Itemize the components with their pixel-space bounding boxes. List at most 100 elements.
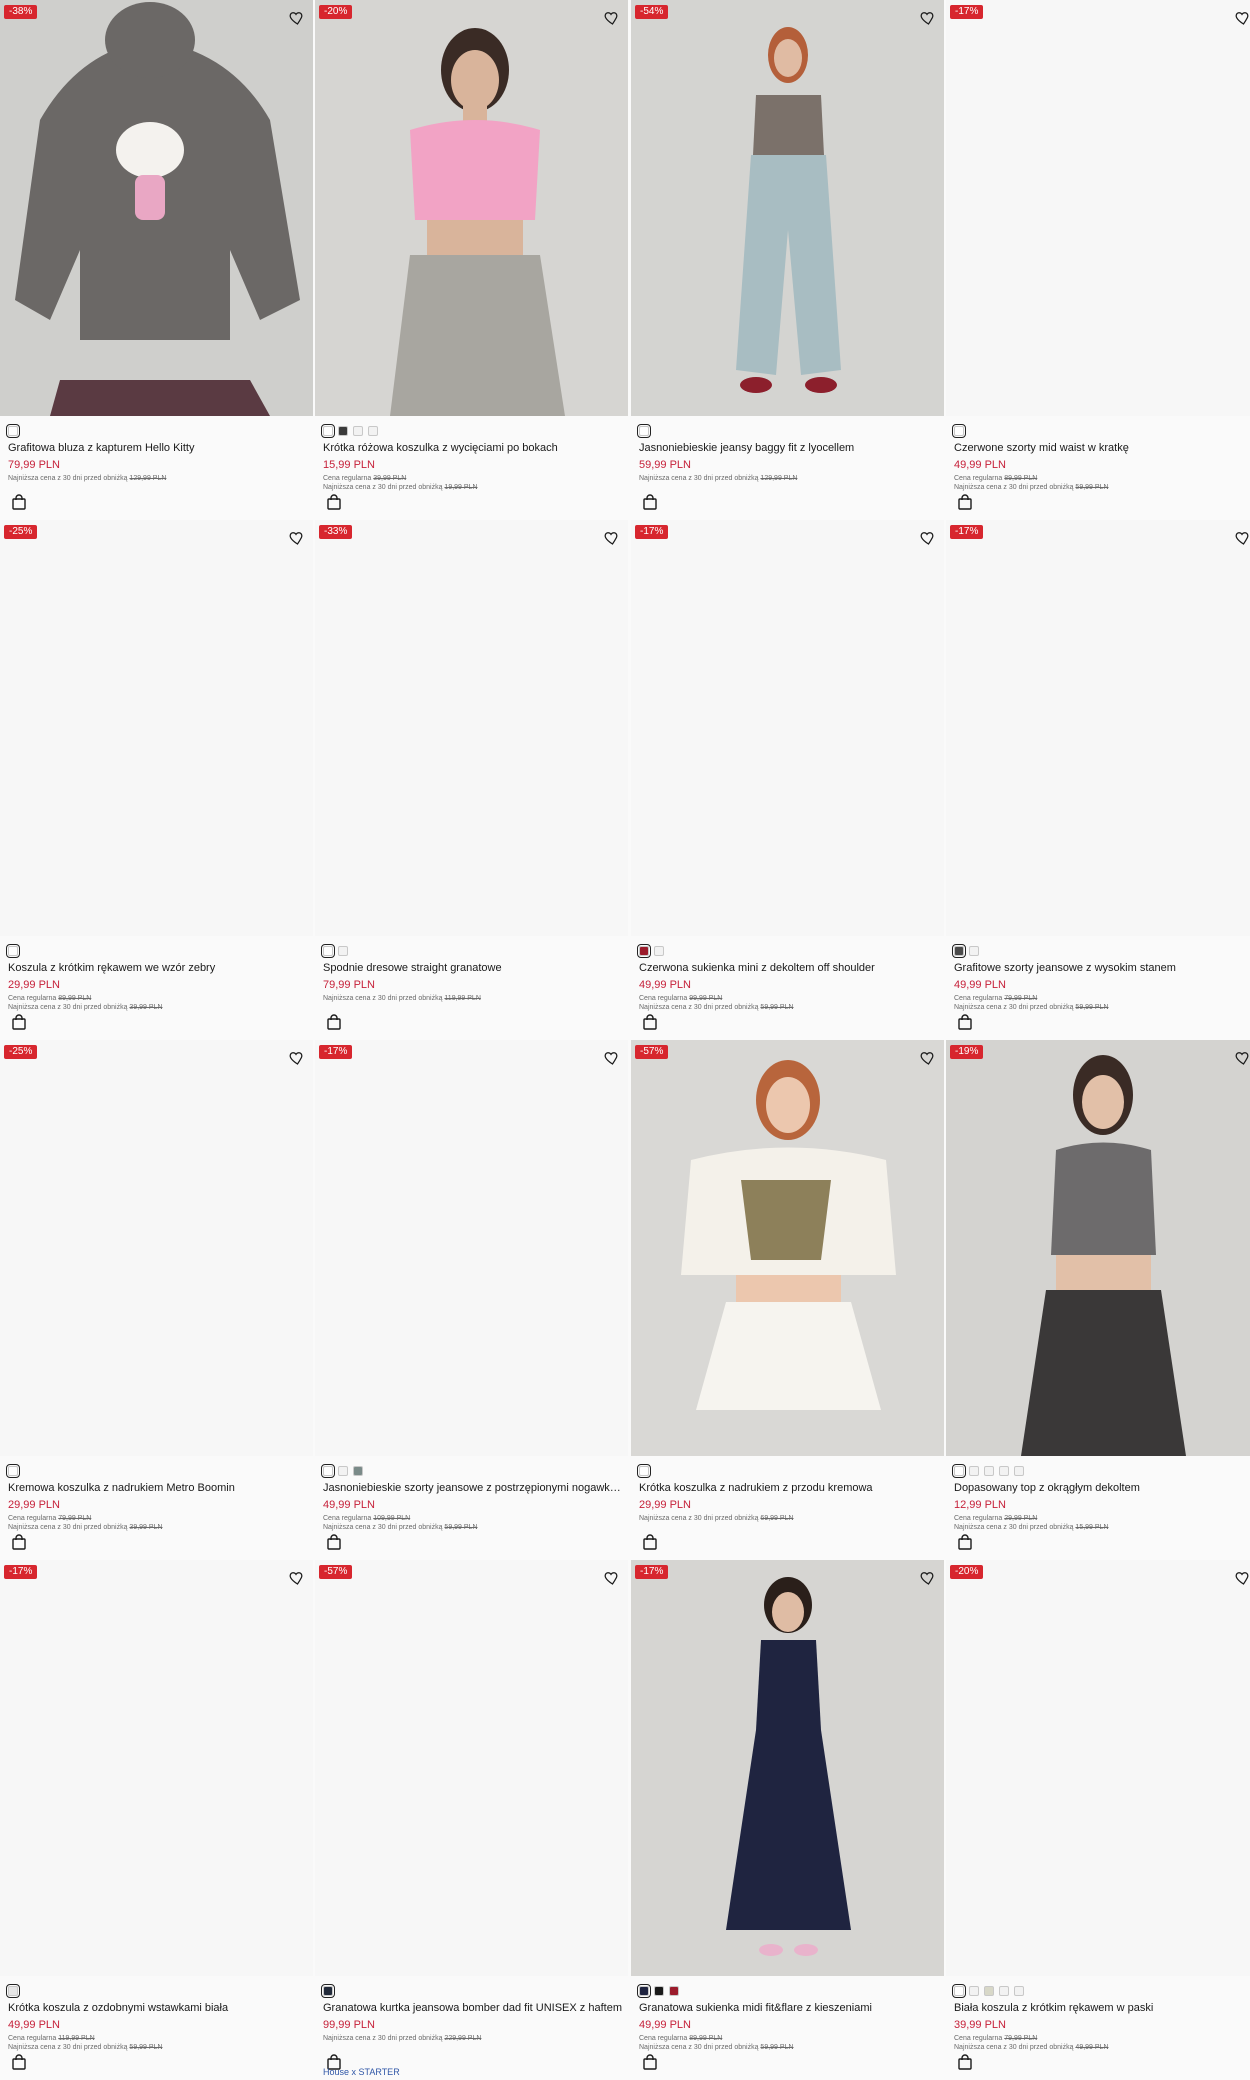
product-card[interactable]: -17% Czerwona sukienka mini z dekoltem o… xyxy=(631,520,944,1040)
wishlist-heart-icon[interactable] xyxy=(602,1569,620,1587)
product-card[interactable]: -19% Dopasowany top z okrągłym dekoltem … xyxy=(946,1040,1250,1560)
product-name[interactable]: Krótka koszulka z nadrukiem z przodu kre… xyxy=(639,1482,939,1494)
color-swatch[interactable] xyxy=(637,1464,651,1478)
color-swatch[interactable] xyxy=(637,424,651,438)
color-swatch[interactable] xyxy=(1014,1466,1024,1476)
color-swatch[interactable] xyxy=(999,1466,1009,1476)
color-swatch[interactable] xyxy=(1014,1986,1024,1996)
product-card[interactable]: -33% Spodnie dresowe straight granatowe … xyxy=(315,520,628,1040)
add-to-bag-icon[interactable] xyxy=(958,1014,972,1030)
color-swatch[interactable] xyxy=(969,1466,979,1476)
product-image[interactable] xyxy=(315,1560,628,1976)
product-name[interactable]: Biała koszula z krótkim rękawem w paski xyxy=(954,2002,1250,2014)
color-swatch[interactable] xyxy=(6,944,20,958)
product-name[interactable]: Dopasowany top z okrągłym dekoltem xyxy=(954,1482,1250,1494)
color-swatch[interactable] xyxy=(984,1986,994,1996)
product-card[interactable]: -54% Jasnoniebieskie jeansy baggy fit z … xyxy=(631,0,944,520)
color-swatch[interactable] xyxy=(353,1466,363,1476)
product-card[interactable]: -17% Granatowa sukienka midi fit&flare z… xyxy=(631,1560,944,2080)
add-to-bag-icon[interactable] xyxy=(643,2054,657,2070)
product-card[interactable]: -38% Grafitowa bluza z kapturem Hello Ki… xyxy=(0,0,313,520)
color-swatch[interactable] xyxy=(999,1986,1009,1996)
color-swatch[interactable] xyxy=(637,1984,651,1998)
product-name[interactable]: Czerwone szorty mid waist w kratkę xyxy=(954,442,1250,454)
wishlist-heart-icon[interactable] xyxy=(1233,9,1250,27)
product-card[interactable]: -20% Krótka różowa koszulka z wycięciami… xyxy=(315,0,628,520)
color-swatch[interactable] xyxy=(353,426,363,436)
add-to-bag-icon[interactable] xyxy=(327,1014,341,1030)
product-image[interactable] xyxy=(315,1040,628,1456)
color-swatch[interactable] xyxy=(338,426,348,436)
add-to-bag-icon[interactable] xyxy=(12,1014,26,1030)
add-to-bag-icon[interactable] xyxy=(958,2054,972,2070)
color-swatch[interactable] xyxy=(969,946,979,956)
product-name[interactable]: Granatowa kurtka jeansowa bomber dad fit… xyxy=(323,2002,623,2014)
product-name[interactable]: Krótka koszula z ozdobnymi wstawkami bia… xyxy=(8,2002,308,2014)
product-image[interactable] xyxy=(946,1560,1250,1976)
product-card[interactable]: -57% Granatowa kurtka jeansowa bomber da… xyxy=(315,1560,628,2080)
add-to-bag-icon[interactable] xyxy=(327,1534,341,1550)
product-image[interactable] xyxy=(0,1040,313,1456)
wishlist-heart-icon[interactable] xyxy=(1233,1569,1250,1587)
product-name[interactable]: Granatowa sukienka midi fit&flare z kies… xyxy=(639,2002,939,2014)
product-image[interactable] xyxy=(631,0,944,416)
product-image[interactable] xyxy=(946,0,1250,416)
add-to-bag-icon[interactable] xyxy=(958,1534,972,1550)
color-swatch[interactable] xyxy=(637,944,651,958)
wishlist-heart-icon[interactable] xyxy=(918,1049,936,1067)
color-swatch[interactable] xyxy=(321,1464,335,1478)
color-swatch[interactable] xyxy=(6,1464,20,1478)
product-name[interactable]: Czerwona sukienka mini z dekoltem off sh… xyxy=(639,962,939,974)
wishlist-heart-icon[interactable] xyxy=(918,1569,936,1587)
product-image[interactable] xyxy=(0,520,313,936)
product-name[interactable]: Jasnoniebieskie szorty jeansowe z postrz… xyxy=(323,1482,623,1494)
color-swatch[interactable] xyxy=(6,424,20,438)
product-image[interactable] xyxy=(315,520,628,936)
product-card[interactable]: -17% Czerwone szorty mid waist w kratkę … xyxy=(946,0,1250,520)
collab-link[interactable]: House x STARTER xyxy=(323,2067,400,2077)
product-image[interactable] xyxy=(315,0,628,416)
add-to-bag-icon[interactable] xyxy=(643,1534,657,1550)
product-name[interactable]: Grafitowa bluza z kapturem Hello Kitty xyxy=(8,442,308,454)
add-to-bag-icon[interactable] xyxy=(12,2054,26,2070)
wishlist-heart-icon[interactable] xyxy=(602,9,620,27)
add-to-bag-icon[interactable] xyxy=(958,494,972,510)
add-to-bag-icon[interactable] xyxy=(643,494,657,510)
wishlist-heart-icon[interactable] xyxy=(918,9,936,27)
product-name[interactable]: Grafitowe szorty jeansowe z wysokim stan… xyxy=(954,962,1250,974)
color-swatch[interactable] xyxy=(654,1986,664,1996)
wishlist-heart-icon[interactable] xyxy=(287,1569,305,1587)
color-swatch[interactable] xyxy=(368,426,378,436)
product-name[interactable]: Kremowa koszulka z nadrukiem Metro Boomi… xyxy=(8,1482,308,1494)
color-swatch[interactable] xyxy=(321,424,335,438)
product-image[interactable] xyxy=(631,1560,944,1976)
product-card[interactable]: -17% Grafitowe szorty jeansowe z wysokim… xyxy=(946,520,1250,1040)
color-swatch[interactable] xyxy=(952,944,966,958)
product-name[interactable]: Spodnie dresowe straight granatowe xyxy=(323,962,623,974)
wishlist-heart-icon[interactable] xyxy=(1233,529,1250,547)
product-card[interactable]: -17% Jasnoniebieskie szorty jeansowe z p… xyxy=(315,1040,628,1560)
product-name[interactable]: Krótka różowa koszulka z wycięciami po b… xyxy=(323,442,623,454)
color-swatch[interactable] xyxy=(321,1984,335,1998)
product-image[interactable] xyxy=(631,1040,944,1456)
color-swatch[interactable] xyxy=(338,946,348,956)
color-swatch[interactable] xyxy=(984,1466,994,1476)
color-swatch[interactable] xyxy=(969,1986,979,1996)
color-swatch[interactable] xyxy=(6,1984,20,1998)
wishlist-heart-icon[interactable] xyxy=(1233,1049,1250,1067)
wishlist-heart-icon[interactable] xyxy=(602,1049,620,1067)
wishlist-heart-icon[interactable] xyxy=(287,9,305,27)
product-card[interactable]: -20% Biała koszula z krótkim rękawem w p… xyxy=(946,1560,1250,2080)
product-image[interactable] xyxy=(946,1040,1250,1456)
product-image[interactable] xyxy=(0,1560,313,1976)
product-image[interactable] xyxy=(0,0,313,416)
color-swatch[interactable] xyxy=(952,424,966,438)
product-image[interactable] xyxy=(946,520,1250,936)
color-swatch[interactable] xyxy=(321,944,335,958)
product-card[interactable]: -57% Krótka koszulka z nadrukiem z przod… xyxy=(631,1040,944,1560)
color-swatch[interactable] xyxy=(952,1984,966,1998)
color-swatch[interactable] xyxy=(952,1464,966,1478)
color-swatch[interactable] xyxy=(669,1986,679,1996)
add-to-bag-icon[interactable] xyxy=(12,494,26,510)
wishlist-heart-icon[interactable] xyxy=(287,1049,305,1067)
